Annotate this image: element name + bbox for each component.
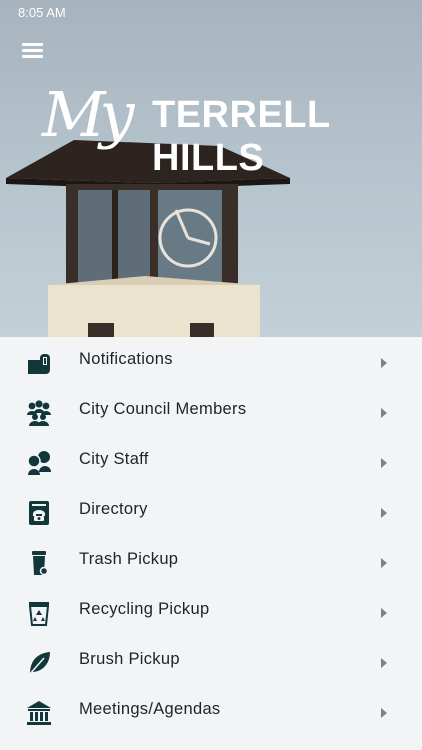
chevron-right-icon: [381, 408, 387, 418]
chevron-right-icon: [381, 358, 387, 368]
chevron-right-icon: [381, 458, 387, 468]
chevron-right-icon: [381, 658, 387, 668]
menu-item-label: City Council Members: [79, 400, 247, 418]
menu-list: Notifications City Council Members City …: [0, 337, 422, 737]
menu-item-label: Notifications: [79, 350, 173, 368]
menu-item-label: Brush Pickup: [79, 650, 180, 668]
app-logo: My TERRELL HILLS: [40, 78, 410, 179]
recycle-bin-icon: [28, 602, 50, 626]
menu-item-brush-pickup[interactable]: Brush Pickup: [0, 637, 422, 687]
staff-icon: [27, 451, 51, 475]
menu-item-meetings-agendas[interactable]: Meetings/Agendas: [0, 687, 422, 737]
mailbox-icon: [28, 354, 50, 374]
chevron-right-icon: [381, 708, 387, 718]
menu-item-label: Recycling Pickup: [79, 600, 210, 618]
chevron-right-icon: [381, 608, 387, 618]
hero-header: 8:05 AM My TERRELL HILLS: [0, 0, 422, 337]
building-icon: [27, 701, 51, 725]
menu-item-trash-pickup[interactable]: Trash Pickup: [0, 537, 422, 587]
menu-item-label: City Staff: [79, 450, 149, 468]
menu-item-directory[interactable]: Directory: [0, 487, 422, 537]
phone-book-icon: [29, 501, 49, 525]
menu-item-label: Meetings/Agendas: [79, 700, 221, 718]
leaf-icon: [28, 652, 50, 676]
menu-item-label: Trash Pickup: [79, 550, 179, 568]
logo-block-text: TERRELL HILLS: [152, 94, 331, 179]
hamburger-menu-button[interactable]: [20, 38, 46, 62]
menu-item-city-council[interactable]: City Council Members: [0, 387, 422, 437]
menu-item-label: Directory: [79, 500, 148, 518]
menu-item-notifications[interactable]: Notifications: [0, 337, 422, 387]
chevron-right-icon: [381, 508, 387, 518]
logo-script-text: My: [42, 78, 134, 151]
status-time: 8:05 AM: [18, 5, 66, 20]
menu-item-city-staff[interactable]: City Staff: [0, 437, 422, 487]
menu-item-recycling-pickup[interactable]: Recycling Pickup: [0, 587, 422, 637]
trash-bin-icon: [32, 551, 49, 576]
chevron-right-icon: [381, 558, 387, 568]
group-icon: [27, 400, 51, 426]
